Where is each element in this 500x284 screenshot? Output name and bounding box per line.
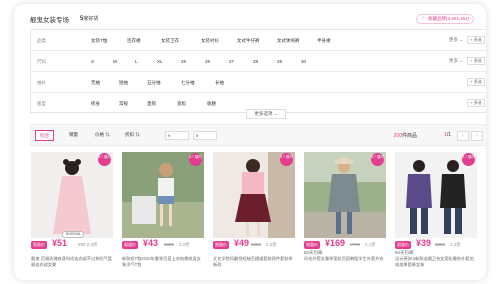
multi-select-button[interactable]: + 多选 — [467, 57, 485, 65]
prev-page-button[interactable]: ‹ — [457, 131, 469, 141]
sort-sales[interactable]: 销量 — [65, 130, 82, 141]
sort-arrow-icon: ⇅ — [105, 132, 110, 137]
heart-icon: ♡ — [421, 16, 426, 22]
total-items: 200件商品 — [393, 133, 417, 139]
filter-table: 品类 女装T恤 连衣裙 女装卫衣 女装衬衫 女式牛仔裤 女式休闲裤 半身裙 更多… — [30, 29, 486, 113]
flash-sale-tag: 5.7 限时 — [98, 153, 111, 166]
filter-row-category: 品类 女装T恤 连衣裙 女装卫衣 女装衬衫 女式牛仔裤 女式休闲裤 半身裙 更多… — [31, 30, 486, 51]
filter-option[interactable]: 29 — [277, 59, 282, 64]
sort-bar: 综合 销量 价格 ⇅ 折扣 ⇅ ¥ - ¥ 200件商品 1/1 ‹ › — [30, 124, 486, 146]
product-title[interactable]: 新款短T恤2020年夏季百搭上衣纯棉修身女装洋气T恤 — [122, 256, 204, 268]
filter-option[interactable]: XL — [157, 59, 163, 64]
filter-option[interactable]: 连衣裙 — [127, 38, 141, 44]
filter-option[interactable]: 修身 — [91, 101, 100, 107]
page-indicator: 1/1 — [444, 132, 451, 138]
filter-option[interactable]: S — [91, 59, 94, 64]
product-card[interactable]: 5.7 限时 限量价 ¥43 ¥399 2.2折 新款短T恤2020年夏季百搭上… — [122, 152, 204, 278]
filter-option[interactable]: M — [113, 59, 117, 64]
price-max-input[interactable]: ¥ — [193, 131, 217, 140]
filter-option[interactable]: 收腰 — [207, 101, 216, 107]
brand-badge: BIG5/68 — [62, 231, 84, 238]
product-discount: 2.2折 — [179, 242, 190, 247]
price-min-input[interactable]: ¥ — [165, 131, 189, 140]
more-options-button[interactable]: 更多选项 ⌄ — [246, 109, 286, 119]
multi-select-button[interactable]: + 多选 — [467, 99, 485, 107]
product-original-price: ¥499 — [251, 242, 262, 247]
filter-option[interactable]: 女式牛仔裤 — [237, 38, 260, 44]
product-title[interactable]: 靓鬼-范雅玫瑰修身时尚连衣裙不过和阳气度雅连衣裙女夏 — [31, 256, 113, 268]
sort-arrow-icon: ⇅ — [135, 132, 140, 137]
product-original-price: ¥799 — [350, 242, 361, 247]
flash-sale-tag: 5.7 限时 — [462, 153, 475, 166]
product-discount: 2.1折 — [365, 242, 376, 247]
product-title[interactable]: 文艺学院风翻领短袖百褶裙套装两件套秋季新款 — [213, 256, 295, 268]
filter-option[interactable]: 短袖 — [119, 80, 128, 86]
favorite-brand-button[interactable]: ♡ 收藏品牌(3,401,162) — [416, 14, 474, 24]
flash-sale-tag: 5.7 限时 — [189, 153, 202, 166]
product-original-price: ¥399 — [164, 242, 175, 247]
filter-option[interactable]: 宽松 — [177, 101, 186, 107]
product-price: ¥39 — [416, 238, 432, 248]
filter-option[interactable]: 五分袖 — [147, 80, 161, 86]
filter-option[interactable]: 女装T恤 — [91, 38, 107, 44]
product-discount: ¥99 2.3折 — [78, 242, 98, 247]
filter-option[interactable]: 七分袖 — [181, 80, 195, 86]
flash-sale-tag: 5.7 限时 — [371, 153, 384, 166]
more-button[interactable]: 更多 ⌄ — [449, 58, 463, 64]
shop-count: 5家好货 — [80, 16, 99, 22]
product-discount: 2.2折 — [266, 242, 277, 247]
promo-label: 限量价 — [213, 241, 229, 249]
filter-option[interactable]: 女装卫衣 — [161, 38, 179, 44]
sort-price[interactable]: 价格 ⇅ — [91, 130, 114, 141]
filter-option[interactable]: 26 — [205, 59, 210, 64]
filter-option[interactable]: 半身裙 — [317, 38, 331, 44]
filter-option[interactable]: 25 — [181, 59, 186, 64]
promo-label: 限量价 — [304, 241, 320, 249]
filter-option[interactable]: L — [135, 59, 138, 64]
filter-label: 袖长 — [37, 80, 46, 85]
filter-label: 尺码 — [37, 59, 46, 64]
sort-discount[interactable]: 折扣 ⇅ — [121, 130, 144, 141]
product-price: ¥51 — [52, 238, 68, 248]
flash-sale-tag: 5.7 限时 — [280, 153, 293, 166]
promo-label: 限量价 — [395, 241, 411, 249]
filter-option[interactable]: 无袖 — [91, 80, 100, 86]
filter-label: 品类 — [37, 38, 46, 43]
filter-option[interactable]: 直筒 — [147, 101, 156, 107]
filter-row-size: 尺码 S M L XL 25 26 27 28 29 30 更多 ⌄ + 多选 — [31, 51, 486, 72]
product-price: ¥49 — [234, 238, 250, 248]
next-page-button[interactable]: › — [471, 131, 483, 141]
sort-comprehensive[interactable]: 综合 — [35, 130, 54, 141]
filter-option[interactable]: 女装衬衫 — [201, 38, 219, 44]
filter-option[interactable]: 30 — [301, 59, 306, 64]
product-price: ¥43 — [143, 238, 159, 248]
filter-option[interactable]: 常规 — [119, 101, 128, 107]
shop-panel: 靓鬼女装专场 5家好货 ♡ 收藏品牌(3,401,162) 品类 女装T恤 连衣裙… — [14, 4, 486, 280]
product-card[interactable]: 5.7 限时 限量价 ¥49 ¥499 2.2折 文艺学院风翻领短袖百褶裙套装两… — [213, 152, 295, 278]
filter-option[interactable]: 28 — [253, 59, 258, 64]
filter-option[interactable]: 27 — [229, 59, 234, 64]
product-title[interactable]: 设计感(tm)新款连帽卫衣女宽松春秋外套加绒加厚套装女装 — [395, 256, 477, 268]
shop-header: 靓鬼女装专场 5家好货 ♡ 收藏品牌(3,401,162) — [30, 14, 474, 26]
product-card[interactable]: 5.7 限时 限量价 ¥39 ¥299 1.3折 60天包邮 设计感(tm)新款… — [395, 152, 477, 278]
shop-title: 靓鬼女装专场 — [30, 17, 69, 24]
product-title[interactable]: 印花外套女春季宽松百搭韩版学生外套外衣 — [304, 256, 386, 262]
promo-label: 限量价 — [31, 241, 47, 249]
multi-select-button[interactable]: + 多选 — [467, 78, 485, 86]
product-price: ¥169 — [325, 238, 346, 248]
more-button[interactable]: 更多 ⌄ — [449, 37, 463, 43]
multi-select-button[interactable]: + 多选 — [467, 36, 485, 44]
product-discount: 1.3折 — [450, 242, 461, 247]
product-card[interactable]: 5.7 限时 限量价 ¥169 ¥799 2.1折 60天包邮 印花外套女春季宽… — [304, 152, 386, 278]
filter-row-sleeve: 袖长 无袖 短袖 五分袖 七分袖 长袖 + 多选 — [31, 72, 486, 93]
product-original-price: ¥299 — [435, 242, 446, 247]
filter-option[interactable]: 女式休闲裤 — [277, 38, 300, 44]
chevron-right-icon: › — [476, 133, 478, 139]
filter-option[interactable]: 长袖 — [215, 80, 224, 86]
promo-label: 限量价 — [122, 241, 138, 249]
chevron-left-icon: ‹ — [462, 133, 464, 139]
product-card[interactable]: 5.7 限时 BIG5/68 限量价 ¥51 ¥99 2.3折 靓鬼-范雅玫瑰修… — [31, 152, 113, 278]
filter-label: 版型 — [37, 101, 46, 106]
